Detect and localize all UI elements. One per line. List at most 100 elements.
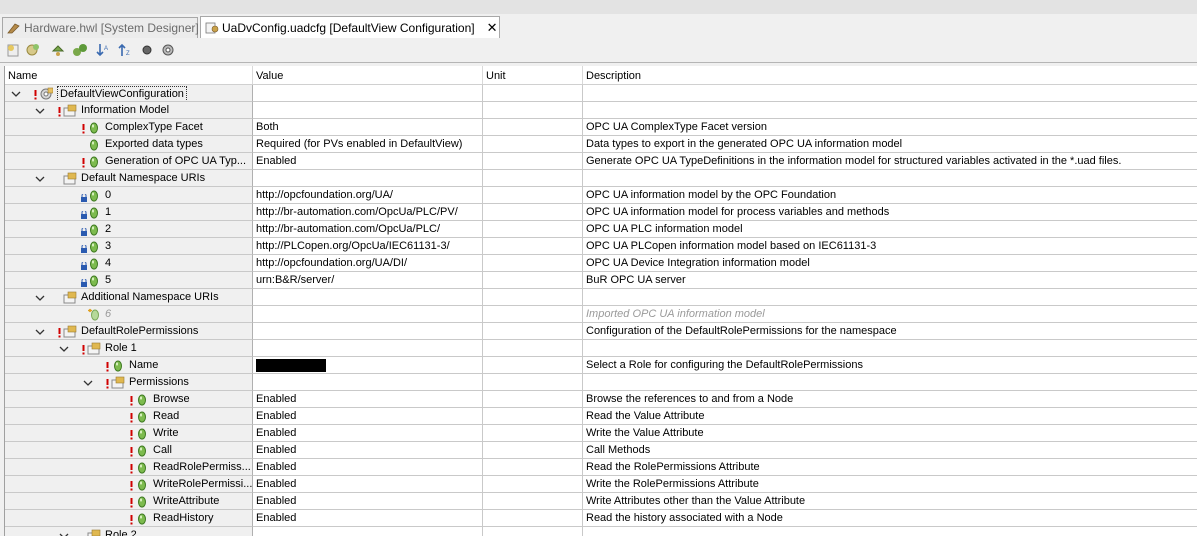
grid-row[interactable]: Browse Enabled Browse the references to an… <box>5 391 1197 408</box>
grid-row[interactable]: Role 1 <box>5 340 1197 357</box>
name-cell[interactable]: ReadRolePermiss... <box>5 459 253 476</box>
unit-cell[interactable] <box>483 357 583 374</box>
value-cell[interactable]: http://opcfoundation.org/UA/DI/ <box>253 255 483 272</box>
chevron-down-icon[interactable] <box>35 292 45 302</box>
unit-cell[interactable] <box>483 391 583 408</box>
unit-cell[interactable] <box>483 119 583 136</box>
tab-uadvconfig[interactable]: UaDvConfig.uadcfg [DefaultView Configura… <box>200 16 500 38</box>
unit-cell[interactable] <box>483 221 583 238</box>
unit-cell[interactable] <box>483 493 583 510</box>
name-cell[interactable]: 3 <box>5 238 253 255</box>
name-cell[interactable]: Additional Namespace URIs <box>5 289 253 306</box>
unit-cell[interactable] <box>483 102 583 119</box>
grid-row[interactable]: ComplexType Facet Both OPC UA ComplexType … <box>5 119 1197 136</box>
grid-row[interactable]: ReadHistory Enabled Read the history assoc… <box>5 510 1197 527</box>
column-header-name[interactable]: Name <box>5 66 253 84</box>
name-cell[interactable]: WriteAttribute <box>5 493 253 510</box>
grid-row[interactable]: Write Enabled Write the Value Attribute <box>5 425 1197 442</box>
unit-cell[interactable] <box>483 374 583 391</box>
value-cell[interactable]: http://PLCopen.org/OpcUa/IEC61131-3/ <box>253 238 483 255</box>
unit-cell[interactable] <box>483 425 583 442</box>
grid-row[interactable]: ReadRolePermiss... Enabled Read the RolePe… <box>5 459 1197 476</box>
chevron-down-icon[interactable] <box>35 105 45 115</box>
unit-cell[interactable] <box>483 187 583 204</box>
value-cell[interactable]: http://br-automation.com/OpcUa/PLC/ <box>253 221 483 238</box>
unit-cell[interactable] <box>483 153 583 170</box>
name-cell[interactable]: Information Model <box>5 102 253 119</box>
grid-row[interactable]: DefaultRolePermissions Configuration of t… <box>5 323 1197 340</box>
value-cell[interactable] <box>253 323 483 340</box>
name-cell[interactable]: Exported data types <box>5 136 253 153</box>
grid-row[interactable]: Exported data types Required (for PVs ena… <box>5 136 1197 153</box>
grid-row[interactable]: 6 Imported OPC UA information model <box>5 306 1197 323</box>
chevron-down-icon[interactable] <box>83 377 93 387</box>
grid-row[interactable]: 0 http://opcfoundation.org/UA/OPC UA info… <box>5 187 1197 204</box>
grid-row[interactable]: WriteAttribute Enabled Write Attributes ot… <box>5 493 1197 510</box>
name-cell[interactable]: 5 <box>5 272 253 289</box>
value-cell[interactable]: Enabled <box>253 153 483 170</box>
tab-hardware[interactable]: Hardware.hwl [System Designer] <box>2 17 199 38</box>
value-cell[interactable]: urn:B&R/server/ <box>253 272 483 289</box>
name-cell[interactable]: DefaultRolePermissions <box>5 323 253 340</box>
value-cell[interactable]: http://br-automation.com/OpcUa/PLC/PV/ <box>253 204 483 221</box>
unit-cell[interactable] <box>483 408 583 425</box>
unit-cell[interactable] <box>483 170 583 187</box>
chevron-down-icon[interactable] <box>35 326 45 336</box>
unit-cell[interactable] <box>483 323 583 340</box>
name-cell[interactable]: WriteRolePermissi... <box>5 476 253 493</box>
sort-down-icon[interactable]: A <box>95 42 111 58</box>
value-cell[interactable] <box>253 527 483 536</box>
unit-cell[interactable] <box>483 85 583 102</box>
name-cell[interactable]: 2 <box>5 221 253 238</box>
name-cell[interactable]: Read <box>5 408 253 425</box>
unit-cell[interactable] <box>483 459 583 476</box>
grid-row[interactable]: Default Namespace URIs <box>5 170 1197 187</box>
value-cell[interactable]: Enabled <box>253 391 483 408</box>
chevron-down-icon[interactable] <box>11 88 21 98</box>
expand-all-icon[interactable] <box>72 42 88 58</box>
name-cell[interactable]: ReadHistory <box>5 510 253 527</box>
sort-up-icon[interactable]: Z <box>117 42 133 58</box>
name-cell[interactable]: 0 <box>5 187 253 204</box>
grid-row[interactable]: Additional Namespace URIs <box>5 289 1197 306</box>
grid-row[interactable]: WriteRolePermissi... Enabled Write the Rol… <box>5 476 1197 493</box>
column-header-value[interactable]: Value <box>253 66 483 84</box>
unit-cell[interactable] <box>483 136 583 153</box>
column-header-description[interactable]: Description <box>583 66 1197 84</box>
name-cell[interactable]: ComplexType Facet <box>5 119 253 136</box>
unit-cell[interactable] <box>483 510 583 527</box>
column-header-unit[interactable]: Unit <box>483 66 583 84</box>
value-cell[interactable] <box>253 85 483 102</box>
value-cell[interactable]: Enabled <box>253 408 483 425</box>
new-item-icon[interactable] <box>5 42 21 58</box>
close-tab-icon[interactable]: ✕ <box>487 20 498 36</box>
name-cell[interactable]: DefaultViewConfiguration <box>5 85 253 102</box>
value-cell[interactable] <box>253 340 483 357</box>
value-cell[interactable]: http://opcfoundation.org/UA/ <box>253 187 483 204</box>
name-cell[interactable]: Browse <box>5 391 253 408</box>
value-cell[interactable] <box>253 102 483 119</box>
name-cell[interactable]: Write <box>5 425 253 442</box>
value-cell[interactable]: Both <box>253 119 483 136</box>
value-cell[interactable]: Required (for PVs enabled in DefaultView… <box>253 136 483 153</box>
unit-cell[interactable] <box>483 255 583 272</box>
name-cell[interactable]: Call <box>5 442 253 459</box>
name-cell[interactable]: Role 2 <box>5 527 253 536</box>
unit-cell[interactable] <box>483 340 583 357</box>
chevron-down-icon[interactable] <box>59 343 69 353</box>
grid-row[interactable]: Information Model <box>5 102 1197 119</box>
record-icon[interactable] <box>139 42 155 58</box>
name-cell[interactable]: 1 <box>5 204 253 221</box>
grid-row[interactable]: 3 http://PLCopen.org/OpcUa/IEC61131-3/OPC… <box>5 238 1197 255</box>
value-cell[interactable] <box>253 289 483 306</box>
value-cell[interactable] <box>253 170 483 187</box>
value-cell[interactable]: Enabled <box>253 459 483 476</box>
value-cell[interactable] <box>253 357 483 374</box>
unit-cell[interactable] <box>483 204 583 221</box>
name-cell[interactable]: 6 <box>5 306 253 323</box>
grid-row[interactable]: DefaultViewConfiguration <box>5 85 1197 102</box>
value-cell[interactable] <box>253 306 483 323</box>
unit-cell[interactable] <box>483 527 583 536</box>
unit-cell[interactable] <box>483 306 583 323</box>
grid-row[interactable]: 5 urn:B&R/server/BuR OPC UA server <box>5 272 1197 289</box>
